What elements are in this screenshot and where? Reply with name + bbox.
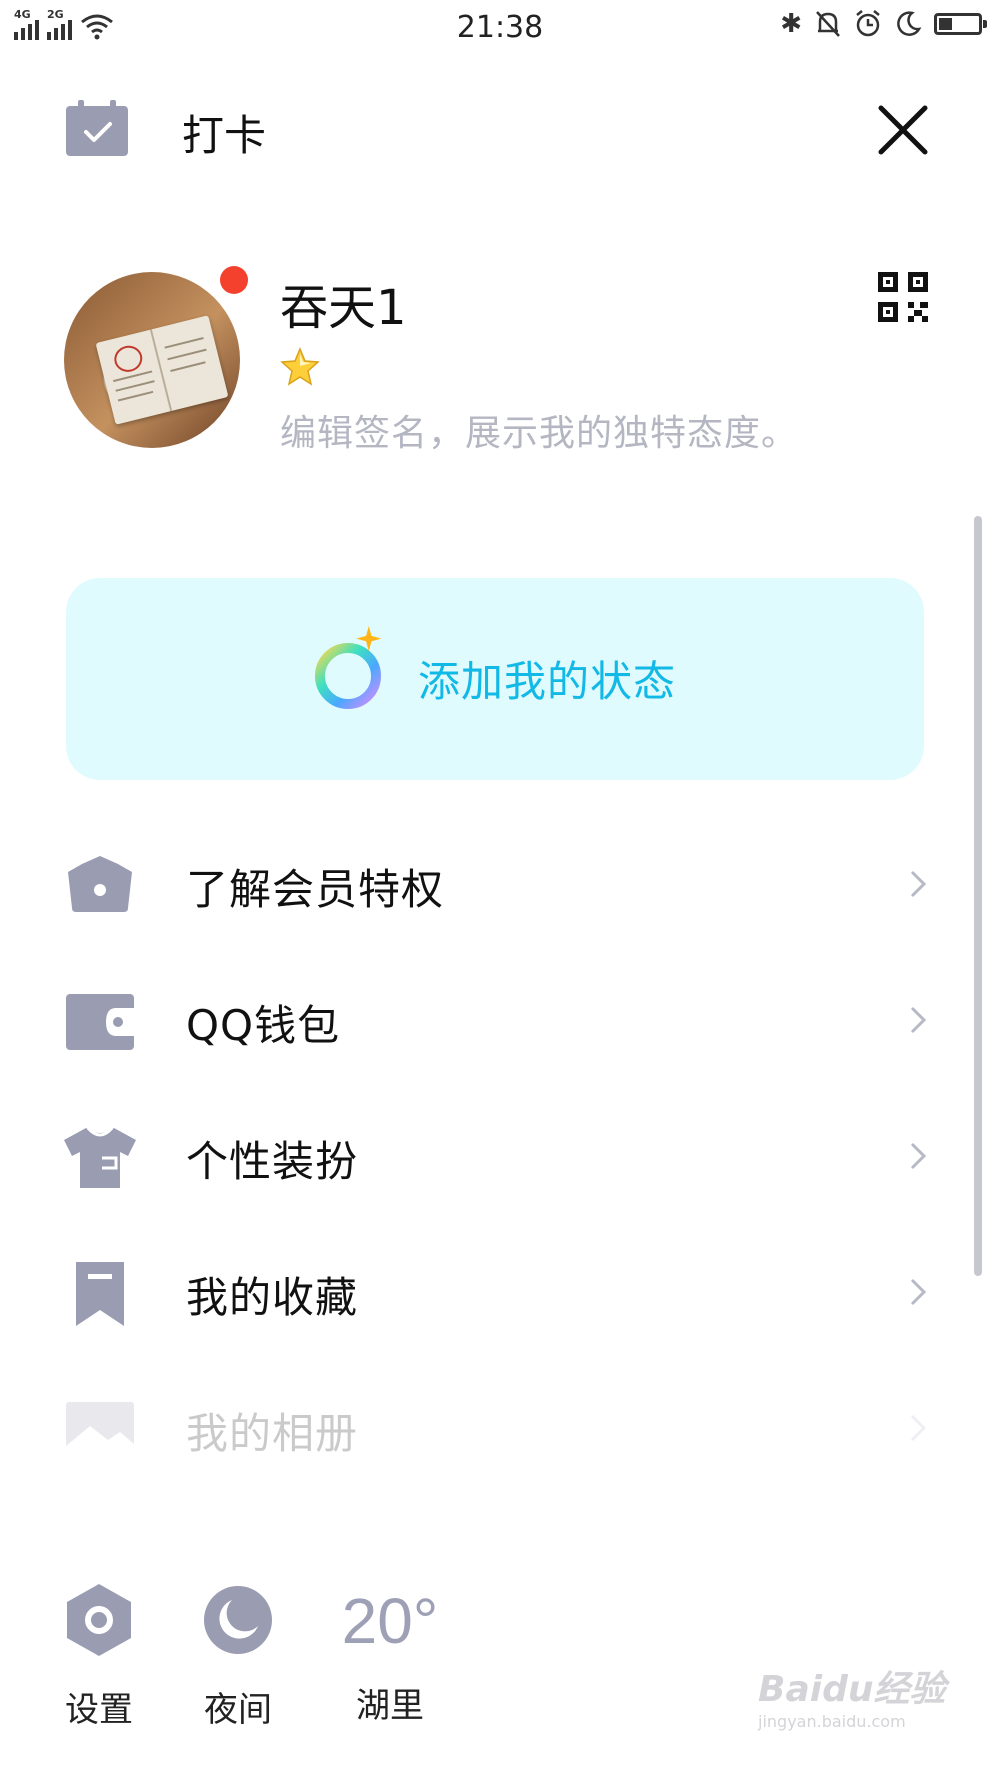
moon-icon bbox=[897, 11, 922, 36]
weather-widget[interactable]: 20° 湖里 bbox=[330, 1582, 450, 1742]
temperature: 20° bbox=[341, 1585, 439, 1657]
menu-item-label: 我的收藏 bbox=[186, 1273, 359, 1322]
night-mode-icon bbox=[204, 1586, 272, 1654]
city-label: 湖里 bbox=[356, 1686, 424, 1726]
close-icon[interactable] bbox=[877, 104, 929, 156]
bookmark-icon bbox=[76, 1262, 124, 1326]
chevron-right-icon bbox=[910, 1414, 927, 1442]
watermark-url: jingyan.baidu.com bbox=[758, 1712, 906, 1731]
menu-item-personalization[interactable]: 个性装扮 bbox=[0, 1098, 1000, 1218]
bluetooth-icon: ✱ bbox=[780, 9, 802, 39]
chevron-right-icon bbox=[910, 1006, 927, 1034]
status-bar: 4G 2G 21:38 ✱ bbox=[0, 0, 1000, 56]
watermark-brand: Baidu经验 bbox=[758, 1669, 946, 1710]
avatar-image-book bbox=[95, 315, 229, 425]
chevron-right-icon bbox=[910, 1142, 927, 1170]
qr-code-icon[interactable] bbox=[878, 272, 928, 322]
bell-muted-icon bbox=[816, 11, 840, 37]
checkin-label[interactable]: 打卡 bbox=[182, 102, 266, 163]
night-mode-label: 夜间 bbox=[204, 1690, 272, 1730]
add-status-label[interactable]: 添加我的状态 bbox=[418, 648, 676, 709]
nickname[interactable]: 吞天1 bbox=[280, 268, 407, 338]
calendar-check-icon[interactable] bbox=[66, 100, 128, 156]
image-icon bbox=[66, 1402, 134, 1458]
tshirt-icon bbox=[64, 1126, 136, 1188]
battery-icon bbox=[934, 13, 987, 35]
alarm-icon bbox=[856, 10, 880, 37]
notification-badge bbox=[220, 266, 248, 294]
menu-item-vip-privileges[interactable]: 了解会员特权 bbox=[0, 826, 1000, 946]
baidu-watermark: Baidu经验 jingyan.baidu.com bbox=[758, 1660, 948, 1750]
gear-icon bbox=[67, 1584, 131, 1656]
menu-item-label: 个性装扮 bbox=[186, 1137, 359, 1186]
chevron-right-icon bbox=[910, 1278, 927, 1306]
status-right-icons: ✱ bbox=[780, 8, 987, 40]
avatar[interactable] bbox=[64, 272, 240, 448]
settings-button[interactable]: 设置 bbox=[44, 1582, 154, 1742]
menu-item-qq-wallet[interactable]: QQ钱包 bbox=[0, 962, 1000, 1082]
menu-item-label: QQ钱包 bbox=[186, 1001, 341, 1050]
settings-label: 设置 bbox=[65, 1690, 133, 1730]
status-ring-icon bbox=[315, 626, 382, 709]
night-mode-button[interactable]: 夜间 bbox=[183, 1582, 293, 1742]
menu-item-label: 了解会员特权 bbox=[186, 865, 445, 914]
menu-item-album[interactable]: 我的相册 bbox=[0, 1370, 1000, 1490]
chevron-right-icon bbox=[910, 870, 927, 898]
signature-placeholder[interactable]: 编辑签名，展示我的独特态度。 bbox=[280, 404, 798, 456]
menu-item-favorites[interactable]: 我的收藏 bbox=[0, 1234, 1000, 1354]
wallet-icon bbox=[66, 994, 134, 1050]
menu-item-label: 我的相册 bbox=[186, 1409, 359, 1458]
crown-icon bbox=[68, 856, 132, 912]
star-level-icon[interactable] bbox=[280, 346, 320, 386]
